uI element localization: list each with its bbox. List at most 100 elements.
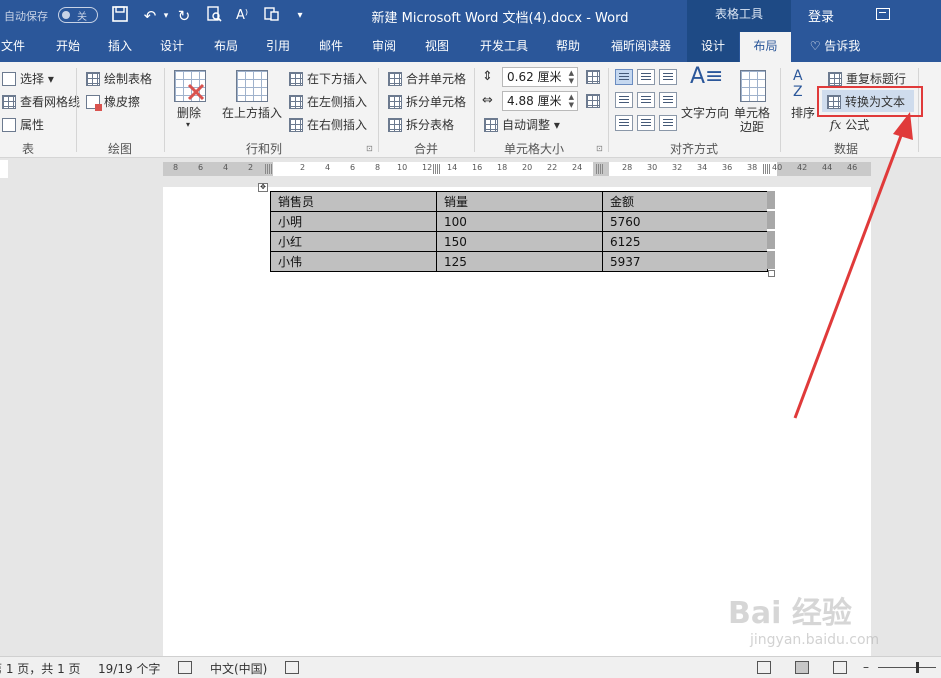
split-table-button[interactable]: 拆分表格 <box>388 116 454 133</box>
table-cell[interactable]: 小伟 <box>270 251 437 272</box>
table-cell[interactable]: 销售员 <box>270 191 437 212</box>
ruler-column-marker[interactable] <box>433 164 441 174</box>
macro-recording-icon[interactable] <box>285 661 299 674</box>
align-bottom-left-button[interactable] <box>615 115 633 131</box>
ruler-column-marker[interactable] <box>265 164 273 174</box>
sales-table[interactable]: 销售员 销量 金额 小明 100 5760 小红 150 6125 小伟 125… <box>270 191 768 272</box>
align-bottom-right-button[interactable] <box>659 115 677 131</box>
autosave-state: 关 <box>77 12 87 23</box>
table-cell[interactable]: 150 <box>436 231 603 252</box>
proofing-icon[interactable] <box>178 661 192 674</box>
table-cell[interactable]: 5937 <box>602 251 768 272</box>
distribute-columns-icon[interactable] <box>586 94 600 108</box>
table-cell[interactable]: 5760 <box>602 211 768 232</box>
table-cell[interactable]: 小明 <box>270 211 437 232</box>
redo-icon[interactable]: ↻ <box>174 6 194 26</box>
distribute-rows-icon[interactable] <box>586 70 600 84</box>
eraser-button[interactable]: 橡皮擦 <box>86 93 140 111</box>
table-resize-handle[interactable] <box>768 270 775 277</box>
tab-help[interactable]: 帮助 <box>548 32 588 62</box>
align-middle-left-button[interactable] <box>615 92 633 108</box>
language-indicator[interactable]: 中文(中国) <box>210 660 267 677</box>
split-cells-button[interactable]: 拆分单元格 <box>388 93 466 110</box>
align-top-center-button[interactable] <box>637 69 655 85</box>
autofit-button[interactable]: 自动调整 ▾ <box>484 116 560 133</box>
align-middle-center-button[interactable] <box>637 92 655 108</box>
sort-button[interactable]: 排序 <box>791 104 815 121</box>
insert-above-icon[interactable] <box>236 70 268 102</box>
height-spinner-icon[interactable]: ▲ ▼ <box>569 69 574 85</box>
zoom-slider-handle[interactable] <box>916 662 919 673</box>
cell-margins-icon[interactable] <box>740 70 766 102</box>
tab-file[interactable]: 文件 <box>0 32 26 62</box>
group-separator <box>780 68 781 152</box>
align-top-right-button[interactable] <box>659 69 677 85</box>
view-gridlines-button[interactable]: 查看网格线 <box>2 93 80 110</box>
table-move-handle-icon[interactable]: ✥ <box>258 183 268 192</box>
table-cell[interactable]: 100 <box>436 211 603 232</box>
autosave-toggle[interactable]: 关 <box>58 7 98 23</box>
touch-mode-icon[interactable] <box>262 6 282 26</box>
properties-button[interactable]: 属性 <box>2 116 44 133</box>
read-aloud-icon[interactable]: A⁾ <box>232 6 252 26</box>
print-preview-icon[interactable] <box>204 6 224 26</box>
align-top-left-button[interactable] <box>615 69 633 85</box>
text-direction-button[interactable]: 文字方向 <box>681 104 729 121</box>
sign-in-link[interactable]: 登录 <box>808 6 834 25</box>
print-layout-icon[interactable] <box>795 661 809 674</box>
tab-review[interactable]: 审阅 <box>364 32 404 62</box>
insert-below-icon <box>289 72 303 86</box>
ruler-column-marker[interactable] <box>596 164 604 174</box>
tab-design[interactable]: 设计 <box>152 32 192 62</box>
column-width-input[interactable]: 4.88 厘米 ▲ ▼ <box>502 91 578 111</box>
formula-button[interactable]: fx 公式 <box>830 116 869 133</box>
tab-foxit-reader[interactable]: 福昕阅读器 <box>604 32 678 62</box>
tab-developer[interactable]: 开发工具 <box>474 32 534 62</box>
delete-button[interactable]: 删除 <box>177 104 201 121</box>
tab-table-layout[interactable]: 布局 <box>740 32 791 63</box>
ruler-tick: 2 <box>300 163 306 172</box>
table-cell[interactable]: 6125 <box>602 231 768 252</box>
horizontal-ruler[interactable]: 8 6 4 2 2 4 6 8 10 12 14 16 18 20 22 24 … <box>163 162 871 176</box>
zoom-slider[interactable] <box>878 667 936 668</box>
table-cell[interactable]: 销量 <box>436 191 603 212</box>
web-layout-icon[interactable] <box>833 661 847 674</box>
tab-layout[interactable]: 布局 <box>206 32 246 62</box>
tab-mailings[interactable]: 邮件 <box>311 32 351 62</box>
merge-cells-button[interactable]: 合并单元格 <box>388 70 466 87</box>
tab-view[interactable]: 视图 <box>417 32 457 62</box>
customize-qat-icon[interactable]: ▾ <box>290 6 310 26</box>
tab-home[interactable]: 开始 <box>48 32 88 62</box>
word-count[interactable]: 19/19 个字 <box>98 660 160 677</box>
insert-right-button[interactable]: 在右侧插入 <box>289 116 367 133</box>
align-middle-right-button[interactable] <box>659 92 677 108</box>
tab-table-design[interactable]: 设计 <box>687 32 739 62</box>
table-cell[interactable]: 125 <box>436 251 603 272</box>
delete-table-icon[interactable] <box>174 70 206 102</box>
table-cell[interactable]: 小红 <box>270 231 437 252</box>
rows-columns-dialog-launcher-icon[interactable]: ⊡ <box>366 144 373 153</box>
zoom-out-icon[interactable]: – <box>863 660 869 674</box>
select-button[interactable]: 选择 ▾ <box>2 70 54 87</box>
page-count[interactable]: 第 1 页，共 1 页 <box>0 660 81 677</box>
save-icon[interactable] <box>110 6 130 26</box>
align-bottom-center-button[interactable] <box>637 115 655 131</box>
tell-me-search[interactable]: ♡ 告诉我 <box>800 32 870 62</box>
insert-left-button[interactable]: 在左侧插入 <box>289 93 367 110</box>
tab-references[interactable]: 引用 <box>258 32 298 62</box>
draw-table-button[interactable]: 绘制表格 <box>86 70 152 87</box>
select-icon <box>2 72 16 86</box>
width-spinner-icon[interactable]: ▲ ▼ <box>569 93 574 109</box>
table-cell[interactable]: 金额 <box>602 191 768 212</box>
repeat-header-button[interactable]: 重复标题行 <box>828 70 906 87</box>
insert-below-button[interactable]: 在下方插入 <box>289 70 367 87</box>
undo-dropdown-icon[interactable]: ▾ <box>156 6 176 26</box>
row-height-input[interactable]: 0.62 厘米 ▲ ▼ <box>502 67 578 87</box>
insert-above-button[interactable]: 在上方插入 <box>222 104 282 121</box>
ruler-column-marker[interactable] <box>763 164 771 174</box>
cell-size-dialog-launcher-icon[interactable]: ⊡ <box>596 144 603 153</box>
delete-dropdown-icon[interactable]: ▾ <box>186 120 190 129</box>
tab-insert[interactable]: 插入 <box>100 32 140 62</box>
read-mode-icon[interactable] <box>757 661 771 674</box>
ribbon-display-icon[interactable] <box>876 8 890 20</box>
